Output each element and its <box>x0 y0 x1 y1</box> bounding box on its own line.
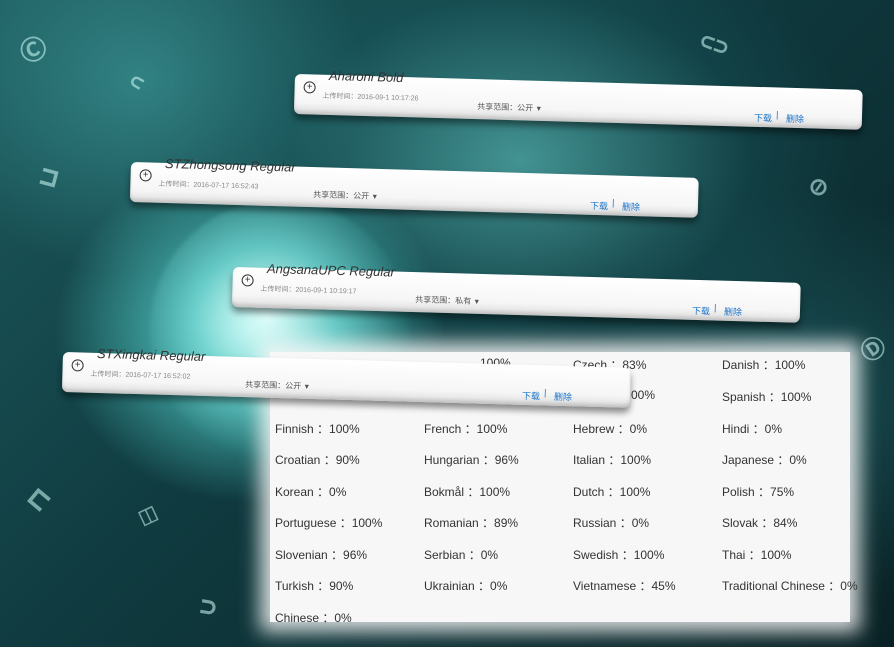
caret-down-icon: ▼ <box>535 105 543 113</box>
download-link[interactable]: 下载 <box>590 199 608 212</box>
language-item: Dutch ：100% <box>573 485 651 499</box>
delete-link[interactable]: 删除 <box>622 200 640 213</box>
font-name: Aharoni Bold <box>328 67 404 86</box>
add-circle-icon[interactable]: + <box>71 359 84 372</box>
language-item: Bokmål ：100% <box>424 485 511 499</box>
language-item: Spanish ：100% <box>722 390 812 404</box>
language-item: Portuguese ：100% <box>275 516 383 530</box>
language-item: French ：100% <box>424 422 508 436</box>
language-item: Finnish ：100% <box>275 422 360 436</box>
link-separator: | <box>543 387 547 398</box>
caret-down-icon: ▼ <box>303 383 311 391</box>
caret-down-icon: ▼ <box>473 298 481 306</box>
caret-down-icon: ▼ <box>371 193 379 201</box>
link-separator: | <box>713 302 717 313</box>
language-item: Traditional Chinese ：0% <box>722 579 858 593</box>
language-item: Thai ：100% <box>722 548 792 562</box>
download-link[interactable]: 下载 <box>522 389 540 402</box>
link-separator: | <box>611 197 615 208</box>
upload-time: 上传时间：2016-07-17 16:52:02 <box>90 370 191 381</box>
share-scope-label: 共享范围： <box>313 190 354 201</box>
language-item: Croatian ：90% <box>275 453 360 467</box>
upload-time: 上传时间：2016-07-17 16:52:43 <box>158 180 259 191</box>
language-item: Turkish ：90% <box>275 579 354 593</box>
language-item: Italian ：100% <box>573 453 652 467</box>
language-item: Slovenian ：96% <box>275 548 368 562</box>
language-item: 00% <box>631 388 656 402</box>
language-item: Chinese ：0% <box>275 611 352 625</box>
download-link[interactable]: 下载 <box>754 111 772 124</box>
language-item: Romanian ：89% <box>424 516 519 530</box>
download-link[interactable]: 下载 <box>692 304 710 317</box>
language-item: Vietnamese ：45% <box>573 579 676 593</box>
upload-time: 上传时间：2016-09-1 10:17:26 <box>322 92 419 103</box>
add-circle-icon[interactable]: + <box>139 169 152 182</box>
font-name: STXingkai Regular <box>96 345 206 364</box>
delete-link[interactable]: 删除 <box>724 305 742 318</box>
font-name: AngsanaUPC Regular <box>266 260 396 280</box>
language-item: Japanese ：0% <box>722 453 807 467</box>
share-scope-value: 公开 <box>285 381 302 391</box>
language-item: Slovak ：84% <box>722 516 798 530</box>
language-item: Danish ：100% <box>722 358 806 372</box>
share-scope-select[interactable]: 共享范围：公开 ▼ <box>313 189 378 202</box>
language-item: Hungarian ：96% <box>424 453 519 467</box>
language-item: Swedish ：100% <box>573 548 665 562</box>
language-item: Korean ：0% <box>275 485 347 499</box>
add-circle-icon[interactable]: + <box>303 81 316 94</box>
upload-time: 上传时间：2016-09-1 10:19:17 <box>260 285 357 296</box>
add-circle-icon[interactable]: + <box>241 274 254 287</box>
share-scope-value: 公开 <box>353 191 370 201</box>
share-scope-value: 公开 <box>517 103 534 113</box>
delete-link[interactable]: 删除 <box>554 390 572 403</box>
share-scope-select[interactable]: 共享范围：公开 ▼ <box>477 101 542 114</box>
language-item: Hindi ：0% <box>722 422 783 436</box>
link-separator: | <box>775 109 779 120</box>
share-scope-label: 共享范围： <box>245 380 286 391</box>
language-item: Hebrew ：0% <box>573 422 648 436</box>
language-item: Serbian ：0% <box>424 548 499 562</box>
language-item: Polish ：75% <box>722 485 795 499</box>
font-name: STZhongsong Regular <box>164 155 296 175</box>
language-item: Ukrainian ：0% <box>424 579 508 593</box>
share-scope-value: 私有 <box>455 296 472 306</box>
share-scope-select[interactable]: 共享范围：私有 ▼ <box>415 294 480 307</box>
delete-link[interactable]: 删除 <box>786 112 804 125</box>
share-scope-label: 共享范围： <box>477 102 518 113</box>
share-scope-label: 共享范围： <box>415 295 456 306</box>
language-item: Russian ：0% <box>573 516 650 530</box>
share-scope-select[interactable]: 共享范围：公开 ▼ <box>245 379 310 392</box>
